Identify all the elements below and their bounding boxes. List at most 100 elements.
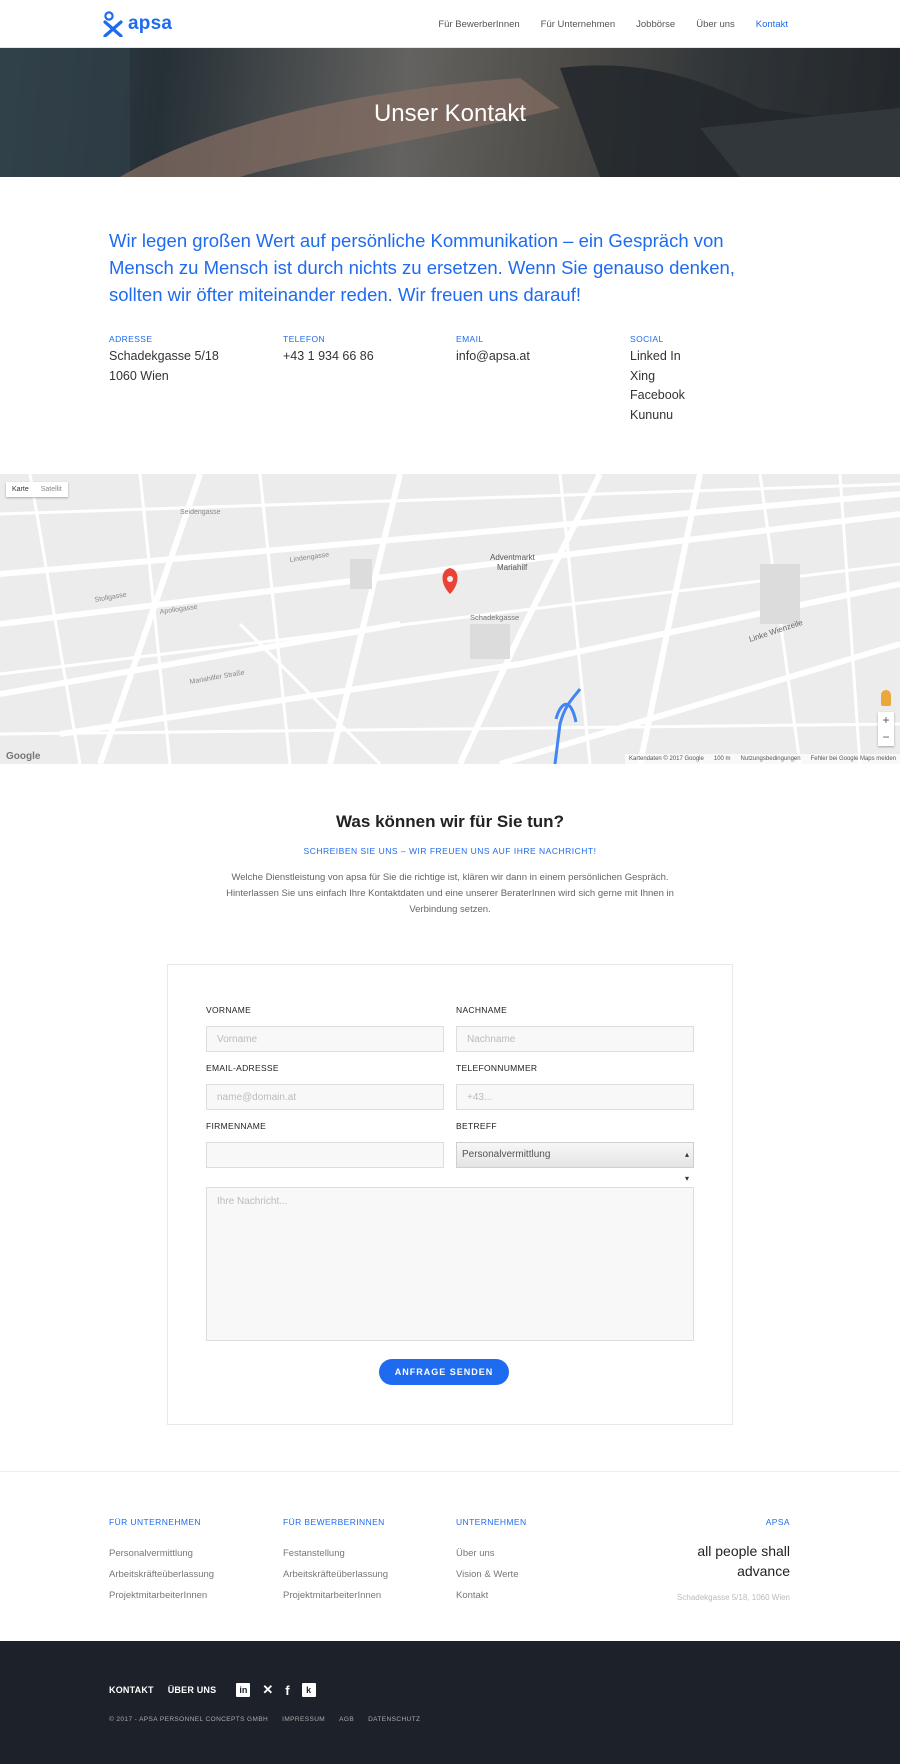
message-textarea[interactable] [206,1187,694,1341]
email-group: Email-Adresse [206,1063,444,1110]
map-footer-terms[interactable]: Nutzungsbedingungen [741,756,801,762]
subject-group: Betreff Personalvermittlung ▴ ▾ [456,1121,694,1183]
lastname-group: Nachname [456,1005,694,1052]
map-type-control: Karte Satellit [6,482,68,497]
site-header: apsa Für BewerberInnen Für Unternehmen J… [0,0,900,48]
footer-agb[interactable]: AGB [339,1716,354,1723]
footer-link-ueber-uns[interactable]: Über uns [456,1548,527,1559]
nav-item-kontakt[interactable]: Kontakt [756,19,788,30]
nav-item-unternehmen[interactable]: Für Unternehmen [541,19,615,30]
footer-bottom-ueber-uns[interactable]: ÜBER UNS [168,1685,217,1695]
footer-bottom-kontakt[interactable]: KONTAKT [109,1685,154,1695]
footer-apsa-title: APSA [765,1517,790,1527]
company-group: Firmenname [206,1121,444,1168]
footer-link-arbeitskraefte-2[interactable]: Arbeitskräfteüberlassung [283,1569,388,1580]
google-map[interactable]: Adventmarkt Mariahilf Schadekgasse Linke… [0,474,900,764]
nav-item-bewerberinnen[interactable]: Für BewerberInnen [438,19,519,30]
social-link-facebook[interactable]: Facebook [630,386,800,406]
footer-link-kontakt[interactable]: Kontakt [456,1590,527,1601]
map-type-satellit[interactable]: Satellit [35,482,68,497]
email-field-label: Email-Adresse [206,1063,279,1073]
facebook-icon[interactable]: f [285,1683,289,1698]
email-label: Email [456,334,484,344]
phone-field[interactable] [456,1084,694,1110]
apsa-logo-icon [103,11,123,37]
social-column: Social Linked In Xing Facebook Kununu [630,334,800,425]
social-link-kununu[interactable]: Kununu [630,406,800,426]
subject-label: Betreff [456,1121,497,1131]
contact-title: Was können wir für Sie tun? [336,812,564,831]
footer-impressum[interactable]: IMPRESSUM [282,1716,325,1723]
lastname-input[interactable] [456,1026,694,1052]
footer-col-unternehmen-about: Unternehmen Über uns Vision & Werte Kont… [456,1517,527,1601]
footer-datenschutz[interactable]: DATENSCHUTZ [368,1716,420,1723]
select-arrows-icon: ▴ ▾ [684,1150,689,1183]
map-pin-icon[interactable] [442,568,458,594]
email-field[interactable] [206,1084,444,1110]
kununu-icon[interactable]: k [301,1683,316,1697]
map-footer-data: Kartendaten © 2017 Google [629,756,704,762]
firstname-label: Vorname [206,1005,252,1015]
firstname-input[interactable] [206,1026,444,1052]
subject-value: Personalvermittlung [462,1149,551,1160]
social-label: Social [630,334,664,344]
hero-banner: Unser Kontakt [0,48,900,177]
phone-value[interactable]: +43 1 934 66 86 [283,347,453,367]
company-label: Firmenname [206,1121,267,1131]
footer-link-festanstellung[interactable]: Festanstellung [283,1548,388,1559]
map-footer-scale: 100 m [713,756,731,762]
zoom-control: + − [878,712,894,746]
footer-col-title: Unternehmen [456,1517,527,1527]
intro-text: Wir legen großen Wert auf persönliche Ko… [109,230,735,305]
zoom-in-button[interactable]: + [878,712,894,729]
xing-icon[interactable]: ✕ [262,1682,273,1698]
map-label-mariahilfer: Mariahilfer Straße [189,669,245,686]
footer-link-arbeitskraefte[interactable]: Arbeitskräfteüberlassung [109,1569,214,1580]
zoom-out-button[interactable]: − [878,729,894,746]
footer-slogan-line-1: all people shall [697,1543,790,1559]
footer-link-projektmitarbeiter-2[interactable]: ProjektmitarbeiterInnen [283,1590,388,1601]
submit-button[interactable]: ANFRAGE SENDEN [379,1359,509,1385]
nav-item-ueber-uns[interactable]: Über uns [696,19,735,30]
firstname-group: Vorname [206,1005,444,1052]
footer-address: Schadekgasse 5/18, 1060 Wien [677,1593,790,1602]
phone-group: Telefonnummer [456,1063,694,1110]
linkedin-icon[interactable]: in [236,1683,251,1697]
nav-item-jobboerse[interactable]: Jobbörse [636,19,675,30]
footer-col-title: Für Unternehmen [109,1517,201,1527]
google-logo: Google [6,751,41,762]
company-input[interactable] [206,1142,444,1168]
address-label: Adresse [109,334,153,344]
footer-link-personalvermittlung[interactable]: Personalvermittlung [109,1548,214,1559]
footer-slogan: all people shall advance [590,1541,790,1581]
contact-subtitle: SCHREIBEN SIE UNS – WIR FREUEN UNS AUF I… [303,846,597,856]
phone-label: Telefon [283,334,326,344]
apsa-logo[interactable]: apsa [102,10,172,38]
footer-col-title: Für BewerberInnen [283,1517,385,1527]
address-line-1: Schadekgasse 5/18 [109,349,219,363]
social-link-xing[interactable]: Xing [630,367,800,387]
contact-description: Welche Dienstleistung von apsa für Sie d… [226,872,674,915]
address-column: Adresse Schadekgasse 5/18 1060 Wien [109,334,279,386]
map-label-stollgasse: Stollgasse [94,591,127,604]
social-link-linkedin[interactable]: Linked In [630,347,800,367]
address-line-2: 1060 Wien [109,368,169,383]
footer-bottom-nav: KONTAKT ÜBER UNS in ✕ f k [109,1682,316,1698]
map-type-karte[interactable]: Karte [6,482,35,497]
social-icons: in ✕ f k [236,1682,316,1698]
footer-link-vision[interactable]: Vision & Werte [456,1569,527,1580]
map-label-lindengasse: Lindengasse [289,552,329,564]
map-label-market: Adventmarkt [490,553,536,562]
phone-column: Telefon +43 1 934 66 86 [283,334,453,367]
logo-text: apsa [128,13,173,34]
map-streets: Adventmarkt Mariahilf Schadekgasse Linke… [0,474,900,764]
email-value[interactable]: info@apsa.at [456,347,626,367]
pegman-icon[interactable] [881,690,891,706]
map-label-market-2: Mariahilf [497,563,528,572]
footer-apsa: APSA all people shall advance Schadekgas… [590,1517,790,1602]
footer-col-unternehmen: Für Unternehmen Personalvermittlung Arbe… [109,1517,214,1601]
footer-link-projektmitarbeiter[interactable]: ProjektmitarbeiterInnen [109,1590,214,1601]
footer-bottom: KONTAKT ÜBER UNS in ✕ f k © 2017 - APSA … [0,1641,900,1764]
map-footer-report[interactable]: Fehler bei Google Maps melden [811,756,896,762]
subject-select[interactable]: Personalvermittlung ▴ ▾ [456,1142,694,1183]
